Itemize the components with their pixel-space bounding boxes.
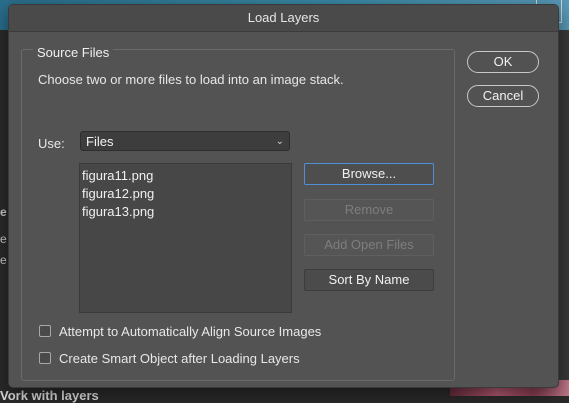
source-files-description: Choose two or more files to load into an… xyxy=(38,72,344,87)
align-images-label: Attempt to Automatically Align Source Im… xyxy=(59,324,322,339)
file-list[interactable]: figura11.png figura12.png figura13.png xyxy=(79,163,292,313)
ok-button[interactable]: OK xyxy=(467,51,539,73)
use-select[interactable]: Files ⌄ xyxy=(80,131,290,151)
background-text-fragment: e xyxy=(0,205,7,219)
load-layers-dialog: Load Layers Source Files Choose two or m… xyxy=(8,4,559,388)
list-item[interactable]: figura13.png xyxy=(82,203,289,221)
use-label: Use: xyxy=(38,136,65,151)
smart-object-checkbox[interactable] xyxy=(39,352,51,364)
background-text-fragment: e xyxy=(0,253,7,267)
list-item[interactable]: figura11.png xyxy=(82,167,289,185)
add-open-files-button[interactable]: Add Open Files xyxy=(304,234,434,256)
chevron-down-icon: ⌄ xyxy=(275,136,284,147)
remove-button[interactable]: Remove xyxy=(304,199,434,221)
background-text-fragment: e xyxy=(0,232,7,246)
dialog-title: Load Layers xyxy=(9,5,558,32)
source-files-group-title: Source Files xyxy=(33,45,114,60)
sort-by-name-button[interactable]: Sort By Name xyxy=(304,269,434,291)
align-images-checkbox[interactable] xyxy=(39,325,51,337)
cancel-button[interactable]: Cancel xyxy=(467,85,539,107)
smart-object-label: Create Smart Object after Loading Layers xyxy=(59,351,300,366)
list-item[interactable]: figura12.png xyxy=(82,185,289,203)
browse-button[interactable]: Browse... xyxy=(304,163,434,185)
smart-object-checkbox-row[interactable]: Create Smart Object after Loading Layers xyxy=(39,351,300,366)
align-images-checkbox-row[interactable]: Attempt to Automatically Align Source Im… xyxy=(39,324,321,339)
use-select-value: Files xyxy=(86,134,114,149)
